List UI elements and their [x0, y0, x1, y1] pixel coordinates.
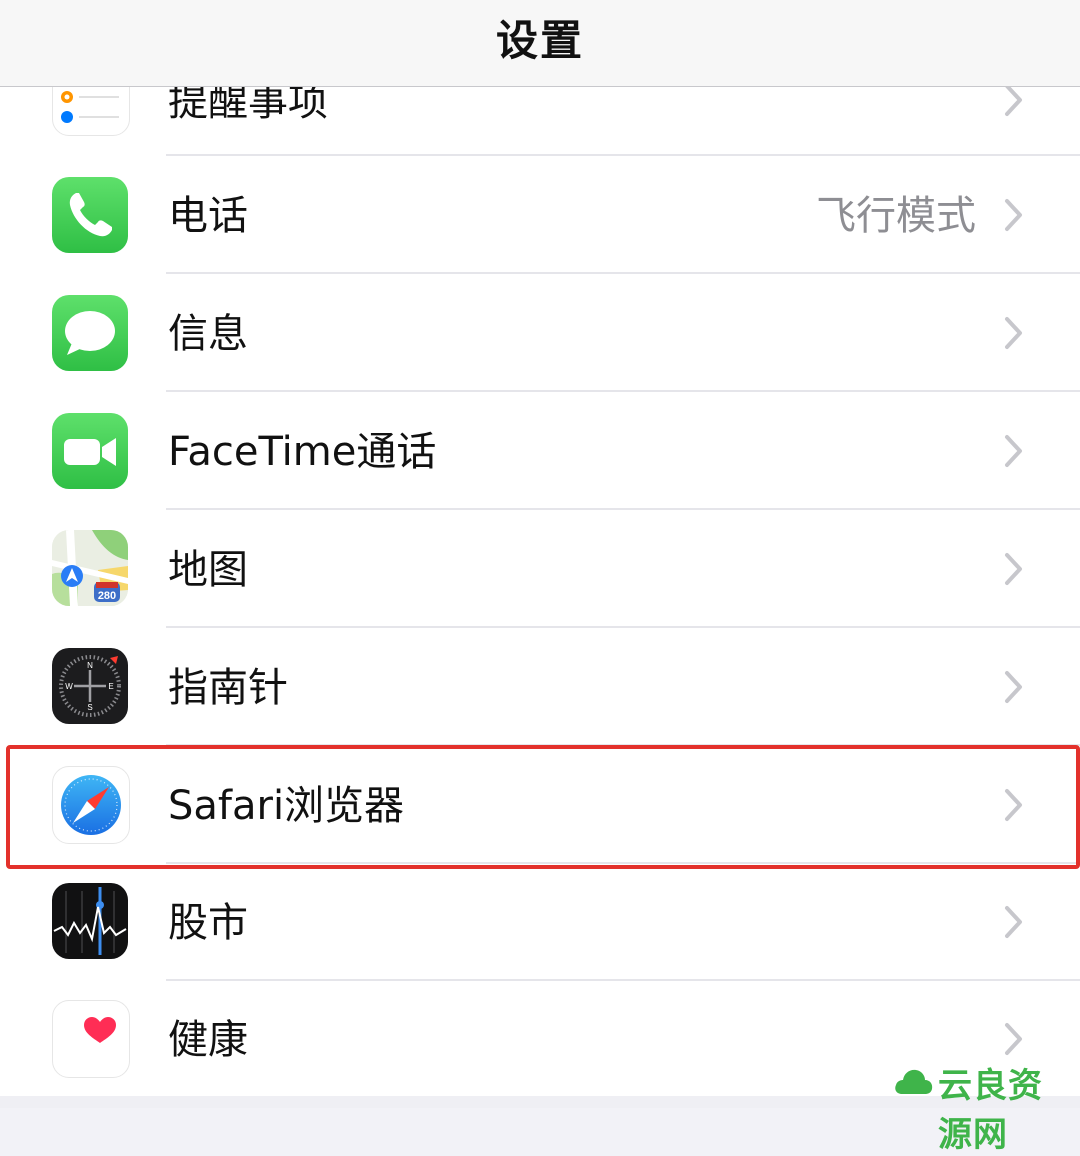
messages-icon — [52, 295, 128, 371]
phone-icon — [52, 177, 128, 253]
row-label: FaceTime通话 — [168, 429, 437, 475]
maps-icon: 280 — [52, 530, 128, 606]
row-label: 电话 — [168, 193, 248, 239]
settings-row-compass[interactable]: N E S W 指南针 — [0, 628, 1080, 746]
watermark: 云良资源网 — [894, 1058, 1074, 1155]
chevron-right-icon — [1005, 671, 1022, 703]
compass-e-label: E — [108, 682, 113, 691]
row-label: 信息 — [168, 311, 248, 357]
row-label: 提醒事项 — [168, 79, 328, 125]
safari-highlight-box — [6, 745, 1080, 869]
watermark-text: 云良资源网 — [938, 1066, 1043, 1155]
stocks-icon — [52, 883, 128, 959]
compass-icon: N E S W — [52, 648, 128, 724]
row-label: 地图 — [168, 547, 248, 593]
chevron-right-icon — [1005, 317, 1022, 349]
row-value: 飞行模式 — [816, 193, 976, 239]
page-title: 设置 — [495, 15, 584, 65]
highway-badge: 280 — [98, 590, 116, 602]
settings-row-facetime[interactable]: FaceTime通话 — [0, 392, 1080, 510]
chevron-right-icon — [1005, 906, 1022, 938]
chevron-right-icon — [1005, 1023, 1022, 1055]
navigation-bar: 设置 — [0, 0, 1080, 87]
settings-row-phone[interactable]: 电话 飞行模式 — [0, 156, 1080, 274]
settings-row-messages[interactable]: 信息 — [0, 274, 1080, 392]
chevron-right-icon — [1005, 435, 1022, 467]
chevron-right-icon — [1005, 199, 1022, 231]
row-label: 指南针 — [168, 665, 288, 711]
facetime-icon — [52, 413, 128, 489]
chevron-right-icon — [1005, 553, 1022, 585]
compass-n-label: N — [87, 661, 93, 670]
cloud-icon — [895, 1069, 933, 1094]
row-label: 股市 — [168, 900, 248, 946]
compass-s-label: S — [87, 703, 92, 712]
health-icon — [52, 1000, 130, 1078]
row-label: 健康 — [168, 1017, 248, 1063]
chevron-right-icon — [1005, 84, 1022, 116]
compass-w-label: W — [65, 682, 73, 691]
settings-list: 提醒事项 电话 飞行模式 信息 FaceTime通话 280 地图 N E S … — [0, 0, 1080, 1096]
settings-row-maps[interactable]: 280 地图 — [0, 510, 1080, 628]
settings-row-stocks[interactable]: 股市 — [0, 863, 1080, 981]
